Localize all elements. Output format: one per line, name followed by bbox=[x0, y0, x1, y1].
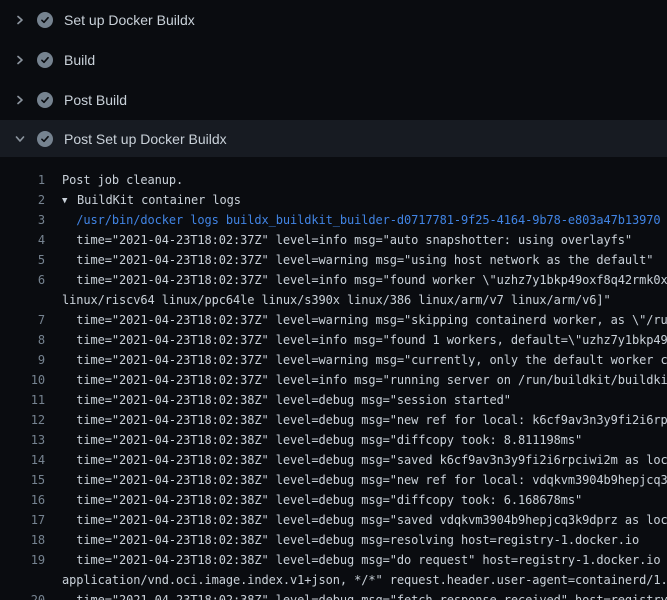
log-line-number[interactable]: 2 bbox=[0, 190, 45, 210]
log-line-number[interactable]: 7 bbox=[0, 310, 45, 330]
chevron-right-icon bbox=[12, 52, 28, 68]
log-row: 3 /usr/bin/docker logs buildx_buildkit_b… bbox=[0, 210, 667, 230]
log-text: time="2021-04-23T18:02:38Z" level=debug … bbox=[45, 410, 667, 430]
step-header-post-set-up-docker-buildx[interactable]: Post Set up Docker Buildx bbox=[0, 120, 667, 157]
log-text: time="2021-04-23T18:02:38Z" level=debug … bbox=[45, 450, 667, 470]
step-header-set-up-docker-buildx[interactable]: Set up Docker Buildx bbox=[0, 0, 667, 40]
check-circle-icon bbox=[37, 52, 53, 68]
log-viewport[interactable]: 1Post job cleanup.2▼BuildKit container l… bbox=[0, 157, 667, 600]
log-group-row: ▼BuildKit container logs bbox=[45, 190, 241, 210]
log-text: time="2021-04-23T18:02:37Z" level=warnin… bbox=[45, 250, 653, 270]
log-line-number[interactable]: 11 bbox=[0, 390, 45, 410]
actions-log-panel: Set up Docker Buildx Build Post Build Post … bbox=[0, 0, 667, 600]
log-text: time="2021-04-23T18:02:38Z" level=debug … bbox=[45, 530, 639, 550]
log-text: time="2021-04-23T18:02:38Z" level=debug … bbox=[45, 470, 667, 490]
log-text: time="2021-04-23T18:02:38Z" level=debug … bbox=[45, 490, 582, 510]
log-line-number[interactable]: 10 bbox=[0, 370, 45, 390]
log-text: time="2021-04-23T18:02:37Z" level=info m… bbox=[45, 230, 632, 250]
log-row: 11 time="2021-04-23T18:02:38Z" level=deb… bbox=[0, 390, 667, 410]
log-row: 4 time="2021-04-23T18:02:37Z" level=info… bbox=[0, 230, 667, 250]
check-circle-icon bbox=[37, 92, 53, 108]
log-row: 20 time="2021-04-23T18:02:38Z" level=deb… bbox=[0, 590, 667, 600]
log-text: time="2021-04-23T18:02:38Z" level=debug … bbox=[45, 390, 511, 410]
log-row: 19 time="2021-04-23T18:02:38Z" level=deb… bbox=[0, 550, 667, 570]
log-line-number[interactable]: 1 bbox=[0, 170, 45, 190]
log-text: time="2021-04-23T18:02:37Z" level=info m… bbox=[45, 270, 667, 290]
step-label: Post Set up Docker Buildx bbox=[64, 131, 227, 147]
chevron-right-icon bbox=[12, 92, 28, 108]
log-row: 16 time="2021-04-23T18:02:38Z" level=deb… bbox=[0, 490, 667, 510]
log-row: 8 time="2021-04-23T18:02:37Z" level=info… bbox=[0, 330, 667, 350]
log-row: 14 time="2021-04-23T18:02:38Z" level=deb… bbox=[0, 450, 667, 470]
chevron-right-icon bbox=[12, 12, 28, 28]
log-line-number[interactable]: 16 bbox=[0, 490, 45, 510]
log-row: 6 time="2021-04-23T18:02:37Z" level=info… bbox=[0, 270, 667, 290]
log-line-number bbox=[0, 290, 45, 310]
log-line-number[interactable]: 18 bbox=[0, 530, 45, 550]
log-row: 5 time="2021-04-23T18:02:37Z" level=warn… bbox=[0, 250, 667, 270]
log-row: 12 time="2021-04-23T18:02:38Z" level=deb… bbox=[0, 410, 667, 430]
log-line-number bbox=[0, 570, 45, 590]
log-line-number[interactable]: 19 bbox=[0, 550, 45, 570]
log-line-number[interactable]: 8 bbox=[0, 330, 45, 350]
chevron-down-icon bbox=[12, 131, 28, 147]
step-header-build[interactable]: Build bbox=[0, 40, 667, 80]
step-label: Set up Docker Buildx bbox=[64, 12, 195, 28]
log-line-number[interactable]: 9 bbox=[0, 350, 45, 370]
log-line-number[interactable]: 13 bbox=[0, 430, 45, 450]
log-text: Post job cleanup. bbox=[45, 170, 183, 190]
log-line-number[interactable]: 4 bbox=[0, 230, 45, 250]
log-text: time="2021-04-23T18:02:38Z" level=debug … bbox=[45, 430, 582, 450]
log-row-wrap: linux/riscv64 linux/ppc64le linux/s390x … bbox=[0, 290, 667, 310]
check-circle-icon bbox=[37, 12, 53, 28]
log-text: time="2021-04-23T18:02:37Z" level=warnin… bbox=[45, 310, 667, 330]
check-circle-icon bbox=[37, 131, 53, 147]
log-row: 9 time="2021-04-23T18:02:37Z" level=warn… bbox=[0, 350, 667, 370]
log-line-number[interactable]: 14 bbox=[0, 450, 45, 470]
log-text: time="2021-04-23T18:02:37Z" level=warnin… bbox=[45, 350, 667, 370]
log-line-number[interactable]: 3 bbox=[0, 210, 45, 230]
log-row-wrap: application/vnd.oci.image.index.v1+json,… bbox=[0, 570, 667, 590]
step-label: Build bbox=[64, 52, 95, 68]
log-text: time="2021-04-23T18:02:38Z" level=debug … bbox=[45, 550, 667, 570]
log-line-number[interactable]: 6 bbox=[0, 270, 45, 290]
log-text: time="2021-04-23T18:02:38Z" level=debug … bbox=[45, 510, 667, 530]
step-label: Post Build bbox=[64, 92, 127, 108]
log-text: application/vnd.oci.image.index.v1+json,… bbox=[45, 570, 667, 590]
group-collapse-icon[interactable]: ▼ bbox=[62, 191, 77, 210]
steps-list: Set up Docker Buildx Build Post Build Post … bbox=[0, 0, 667, 157]
log-text: linux/riscv64 linux/ppc64le linux/s390x … bbox=[45, 290, 611, 310]
log-row: 15 time="2021-04-23T18:02:38Z" level=deb… bbox=[0, 470, 667, 490]
log-line-number[interactable]: 5 bbox=[0, 250, 45, 270]
log-line-number[interactable]: 20 bbox=[0, 590, 45, 600]
log-line-number[interactable]: 15 bbox=[0, 470, 45, 490]
log-row: 13 time="2021-04-23T18:02:38Z" level=deb… bbox=[0, 430, 667, 450]
log-line-number[interactable]: 12 bbox=[0, 410, 45, 430]
log-line-number[interactable]: 17 bbox=[0, 510, 45, 530]
log-group-label: BuildKit container logs bbox=[77, 193, 241, 207]
log-row: 2▼BuildKit container logs bbox=[0, 190, 667, 210]
log-text: time="2021-04-23T18:02:37Z" level=info m… bbox=[45, 330, 667, 350]
step-header-post-build[interactable]: Post Build bbox=[0, 80, 667, 120]
log-command-text: /usr/bin/docker logs buildx_buildkit_bui… bbox=[45, 210, 660, 230]
log-row: 18 time="2021-04-23T18:02:38Z" level=deb… bbox=[0, 530, 667, 550]
log-text: time="2021-04-23T18:02:37Z" level=info m… bbox=[45, 370, 667, 390]
log-row: 17 time="2021-04-23T18:02:38Z" level=deb… bbox=[0, 510, 667, 530]
log-text: time="2021-04-23T18:02:38Z" level=debug … bbox=[45, 590, 667, 600]
log-row: 1Post job cleanup. bbox=[0, 170, 667, 190]
log-row: 10 time="2021-04-23T18:02:37Z" level=inf… bbox=[0, 370, 667, 390]
log-row: 7 time="2021-04-23T18:02:37Z" level=warn… bbox=[0, 310, 667, 330]
